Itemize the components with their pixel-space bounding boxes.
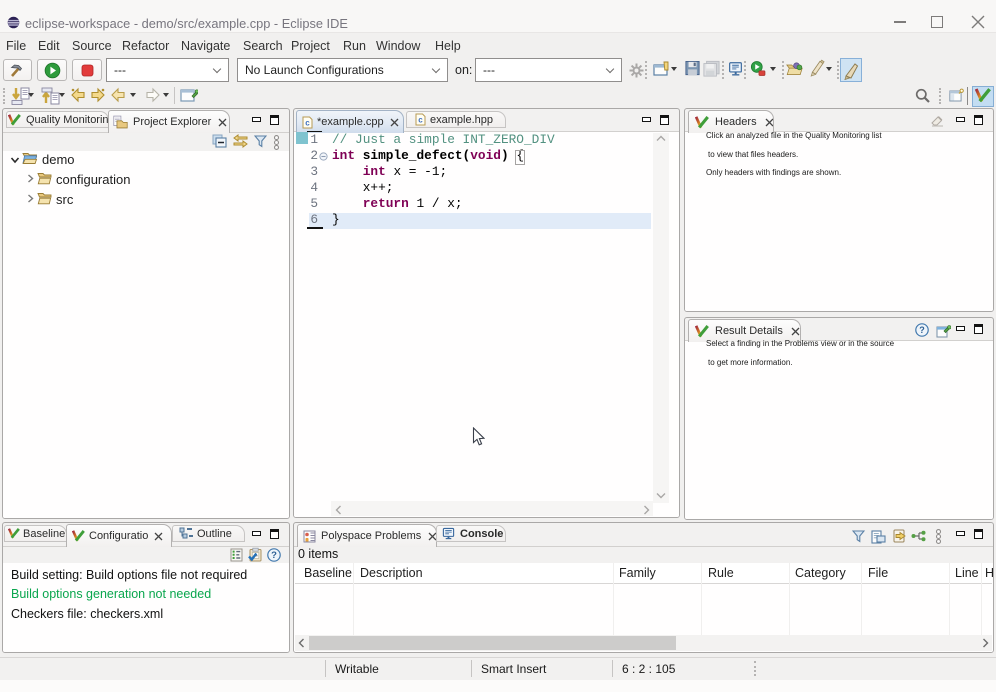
svg-text:?: ? [271, 550, 277, 561]
svg-text:?: ? [919, 325, 925, 335]
svg-text:c: c [305, 118, 310, 127]
svg-text:c: c [418, 116, 423, 125]
